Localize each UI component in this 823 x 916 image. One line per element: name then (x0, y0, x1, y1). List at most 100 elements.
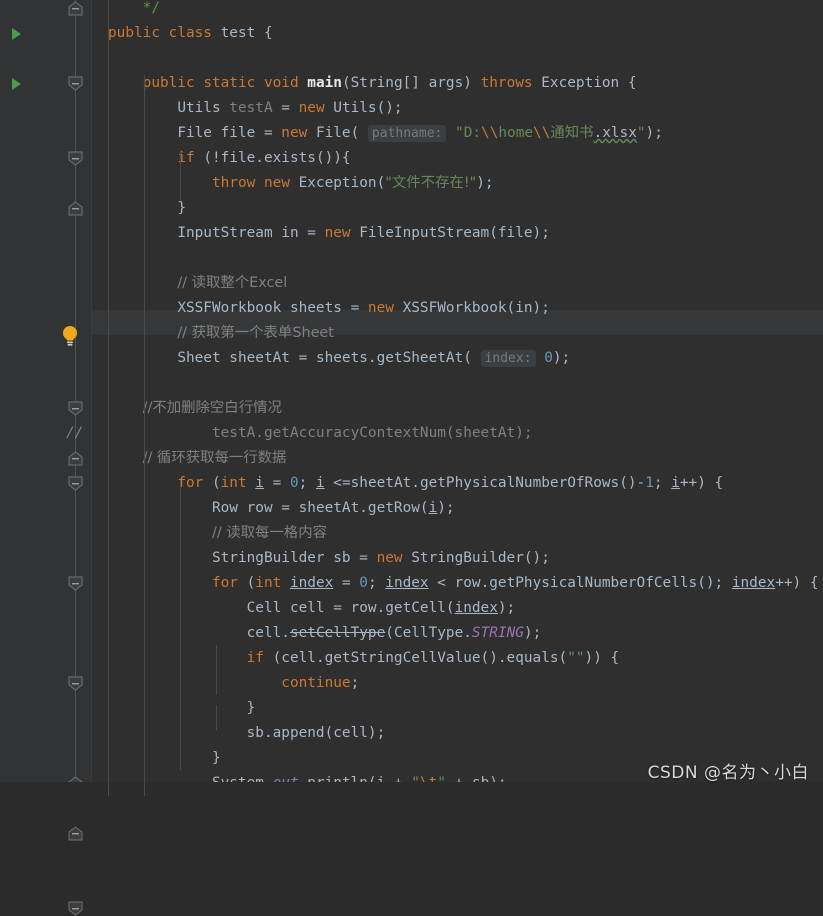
token-pln: . (463, 625, 472, 641)
token-cls: File (315, 125, 351, 141)
fold-collapse-down-icon[interactable] (67, 901, 84, 916)
code-line[interactable]: sb.append(cell); (92, 721, 823, 746)
token-pln: ( (350, 125, 368, 141)
fold-collapse-down-icon[interactable] (67, 676, 84, 691)
fold-collapse-up-icon[interactable] (67, 201, 84, 216)
token-kw: new (281, 125, 316, 141)
code-line[interactable]: StringBuilder sb = new StringBuilder(); (92, 546, 823, 571)
fold-collapse-up-icon[interactable] (67, 451, 84, 466)
fold-collapse-up-icon[interactable] (67, 826, 84, 841)
token-kw: int (220, 475, 256, 491)
code-line[interactable]: cell.setCellType(CellType.STRING); (92, 621, 823, 646)
token-pln: file = (211, 125, 282, 141)
code-line[interactable]: XSSFWorkbook sheets = new XSSFWorkbook(i… (92, 296, 823, 321)
run-play-icon[interactable] (12, 78, 21, 90)
token-kw: static (203, 75, 264, 91)
token-pln: { (619, 75, 637, 91)
code-line[interactable]: if (!file.exists()){ (92, 146, 823, 171)
code-line[interactable]: if (cell.getStringCellValue().equals("")… (92, 646, 823, 671)
token-str-cjk: "文件不存在!" (385, 175, 477, 191)
token-kw: public (142, 75, 204, 91)
code-line[interactable]: //不加删除空白行情况 (92, 396, 823, 421)
run-play-icon[interactable] (12, 28, 21, 40)
token-pln: } (177, 200, 186, 216)
code-line[interactable]: // 读取每一格内容 (92, 521, 823, 546)
code-line[interactable]: // 读取整个Excel (92, 271, 823, 296)
fold-collapse-down-icon[interactable] (67, 476, 84, 491)
token-pln: ( (376, 175, 386, 191)
token-cmt-cjk: // 读取每一格内容 (211, 525, 327, 541)
token-pln: (); (376, 100, 403, 116)
token-pln: (cell.getStringCellValue().equals( (272, 650, 568, 666)
token-pln: < row.getPhysicalNumberOfCells(); (428, 575, 732, 591)
code-line[interactable]: public class test { (92, 21, 823, 46)
code-line[interactable] (92, 46, 823, 71)
code-line[interactable]: Sheet sheetAt = sheets.getSheetAt( index… (92, 346, 823, 371)
fold-collapse-down-icon[interactable] (67, 76, 84, 91)
token-pln: } (246, 700, 256, 716)
code-line[interactable]: public static void main(String[] args) t… (92, 71, 823, 96)
token-pln: ); (523, 625, 542, 641)
code-line[interactable]: for (int index = 0; index < row.getPhysi… (92, 571, 823, 596)
token-localvar: i (255, 475, 264, 491)
token-deprecated: setCellType (289, 625, 386, 641)
token-str-cjk: 通知书 (550, 125, 594, 141)
code-line[interactable]: testA.getAccuracyContextNum(sheetAt); (92, 421, 823, 446)
indent-guide (180, 480, 181, 770)
code-line[interactable]: } (92, 696, 823, 721)
code-line[interactable]: File file = new File( pathname: "D:\\hom… (92, 121, 823, 146)
token-pln: = (272, 100, 299, 116)
token-pln: ; (653, 475, 672, 491)
code-line[interactable]: InputStream in = new FileInputStream(fil… (92, 221, 823, 246)
code-line[interactable]: // 循环获取每一行数据 (92, 446, 823, 471)
token-kw: if (246, 650, 273, 666)
intention-bulb-icon[interactable] (60, 324, 80, 346)
code-line[interactable]: } (92, 196, 823, 221)
code-line[interactable]: for (int i = 0; i <=sheetAt.getPhysicalN… (92, 471, 823, 496)
code-line[interactable]: */ (92, 0, 823, 21)
token-pln: sheets = (281, 300, 368, 316)
fold-collapse-down-icon[interactable] (67, 576, 84, 591)
token-pln: sb = (324, 550, 377, 566)
code-content[interactable]: */ public class test { public static void… (92, 0, 823, 796)
fold-collapse-up-icon[interactable] (67, 1, 84, 16)
code-line[interactable]: throw new Exception("文件不存在!"); (92, 171, 823, 196)
fold-collapse-down-icon[interactable] (67, 151, 84, 166)
code-line[interactable] (92, 246, 823, 271)
code-line[interactable]: Cell cell = row.getCell(index); (92, 596, 823, 621)
indent-guide (216, 705, 217, 730)
code-editor[interactable]: // */ public class test { public static v… (0, 0, 823, 916)
token-cls: File (177, 125, 212, 141)
token-localvar: index (289, 575, 334, 591)
fold-collapse-down-icon[interactable] (67, 401, 84, 416)
token-pln: ++) { (679, 475, 724, 491)
csdn-watermark: CSDN @名为丶小白 (647, 763, 809, 783)
code-line[interactable]: Row row = sheetAt.getRow(i); (92, 496, 823, 521)
token-kw: new (324, 225, 360, 241)
token-str: "" (567, 650, 585, 666)
code-line[interactable]: // 获取第一个表单Sheet (92, 321, 823, 346)
token-cls: Exception (298, 175, 377, 191)
token-cls: Utils (333, 100, 377, 116)
token-pln: sheetAt = sheets.getSheetAt( (220, 350, 481, 366)
token-cls: InputStream (177, 225, 273, 241)
token-hint: pathname: (367, 125, 447, 142)
token-pln: ++) { (775, 575, 819, 591)
token-cmt-cjk: // 获取第一个表单Sheet (177, 325, 334, 341)
token-esc: \\ (481, 125, 499, 141)
token-num: 0 (544, 350, 553, 366)
code-line[interactable]: continue; (92, 671, 823, 696)
token-pln: (!file.exists()){ (203, 150, 351, 166)
token-cls: Exception (541, 75, 620, 91)
code-line[interactable]: Utils testA = new Utils(); (92, 96, 823, 121)
code-line[interactable] (92, 371, 823, 396)
token-kw: public (108, 25, 169, 41)
token-pln: <=sheetAt.getPhysicalNumberOfRows()- (324, 475, 646, 491)
